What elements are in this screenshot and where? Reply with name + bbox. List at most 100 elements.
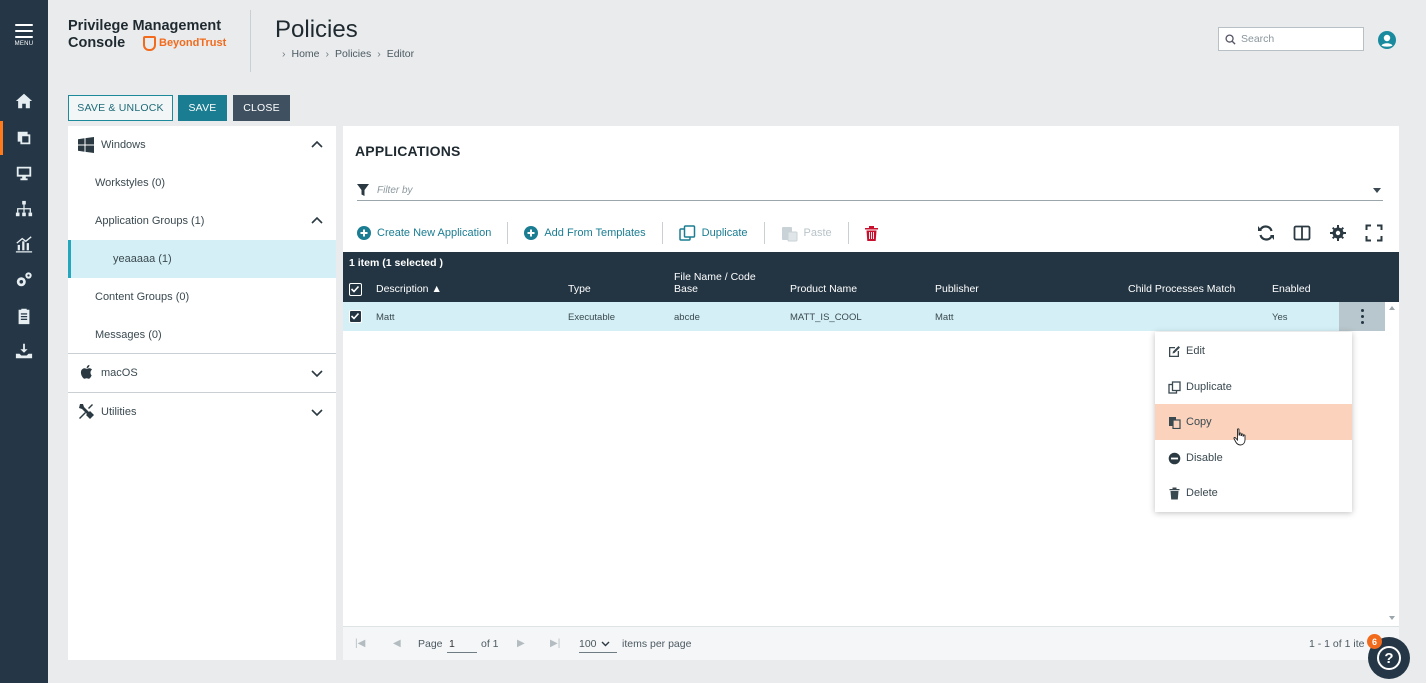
tools-icon (79, 404, 94, 419)
configuration-icon[interactable] (0, 269, 48, 291)
tree-utilities[interactable]: Utilities (68, 393, 336, 431)
col-description[interactable]: Description ▲ (376, 283, 442, 295)
cell-enabled: Yes (1272, 312, 1288, 323)
help-button[interactable]: ? 6 (1367, 634, 1410, 679)
items-per-page-label: items per page (622, 638, 692, 650)
gear-icon[interactable] (1329, 224, 1347, 242)
create-application-button[interactable]: Create New Application (357, 226, 507, 240)
tree-messages[interactable]: Messages (0) (68, 316, 336, 354)
tree-macos[interactable]: macOS (68, 354, 336, 392)
windows-icon (78, 137, 94, 153)
page-number-input[interactable] (447, 635, 477, 653)
brand-logo: Privilege Management Console BeyondTrust (68, 18, 226, 52)
delete-button[interactable] (864, 225, 894, 241)
deploy-icon[interactable] (0, 340, 48, 362)
add-from-templates-button[interactable]: Add From Templates (524, 226, 661, 240)
first-page-icon[interactable]: |◀ (355, 638, 365, 649)
col-publisher[interactable]: Publisher (935, 283, 979, 295)
action-separator (661, 222, 663, 244)
tree-application-groups[interactable]: Application Groups (1) (68, 202, 336, 240)
menu-item-disable-label: Disable (1186, 452, 1223, 464)
notification-badge: 6 (1367, 634, 1382, 649)
page-of-label: of 1 (481, 638, 499, 650)
action-separator (507, 222, 509, 244)
chevron-down-icon[interactable] (310, 405, 324, 419)
col-type[interactable]: Type (568, 283, 591, 295)
page-label: Page (418, 638, 443, 650)
tree-workstyles-label: Workstyles (0) (95, 177, 166, 189)
col-product-name[interactable]: Product Name (790, 283, 857, 295)
select-all-checkbox[interactable] (349, 283, 362, 296)
groups-icon[interactable] (0, 198, 48, 220)
menu-item-delete[interactable]: Delete (1155, 475, 1352, 511)
chevron-down-icon[interactable] (310, 366, 324, 380)
table-row[interactable]: Matt Executable abcde MATT_IS_COOL Matt … (343, 302, 1385, 331)
col-child-processes[interactable]: Child Processes Match (1128, 283, 1235, 295)
prev-page-icon[interactable]: ◀ (393, 638, 401, 649)
policies-icon[interactable] (0, 127, 48, 149)
cell-file-name: abcde (674, 312, 700, 323)
columns-icon[interactable] (1293, 224, 1311, 242)
search-box[interactable] (1218, 27, 1364, 51)
save-and-unlock-button[interactable]: SAVE & UNLOCK (68, 95, 173, 121)
tree-content-groups[interactable]: Content Groups (0) (68, 278, 336, 316)
tree-messages-label: Messages (0) (95, 329, 162, 341)
tree-application-groups-label: Application Groups (1) (95, 215, 205, 227)
grid-scrollbar[interactable] (1385, 302, 1399, 624)
tree-windows-label: Windows (101, 139, 146, 151)
checkmark-icon (350, 312, 360, 320)
vendor-name: BeyondTrust (159, 37, 227, 49)
breadcrumb-home[interactable]: Home (292, 48, 320, 60)
col-file-name-line2: Base (674, 283, 698, 295)
scroll-down-icon[interactable] (1389, 616, 1395, 620)
filter-input[interactable] (377, 185, 1337, 196)
home-icon[interactable] (0, 90, 48, 112)
cell-type: Executable (568, 312, 616, 323)
paste-button[interactable]: Paste (781, 225, 848, 242)
row-actions-button[interactable] (1339, 302, 1385, 331)
menu-item-copy[interactable]: Copy (1155, 404, 1352, 440)
row-checkbox[interactable] (349, 310, 362, 323)
header-divider (250, 10, 251, 72)
menu-item-edit-label: Edit (1186, 345, 1205, 357)
tree-windows[interactable]: Windows (68, 126, 336, 164)
breadcrumb-chevron-icon: › (377, 48, 381, 60)
user-avatar-icon[interactable] (1377, 30, 1397, 50)
tree-group-yeaaaaa[interactable]: yeaaaaa (1) (68, 240, 336, 278)
search-input[interactable] (1241, 33, 1351, 45)
chevron-up-icon[interactable] (310, 214, 324, 228)
fullscreen-icon[interactable] (1365, 224, 1383, 242)
tree-workstyles[interactable]: Workstyles (0) (68, 164, 336, 202)
save-button[interactable]: SAVE (178, 95, 227, 121)
menu-item-duplicate-label: Duplicate (1186, 381, 1232, 393)
computers-icon[interactable] (0, 162, 48, 184)
filter-bar[interactable] (357, 181, 1383, 201)
next-page-icon[interactable]: ▶ (517, 638, 525, 649)
grid-header: 1 item (1 selected ) Description ▲ Type … (343, 252, 1399, 302)
breadcrumb-policies[interactable]: Policies (335, 48, 371, 60)
page-title: Policies (275, 16, 358, 43)
duplicate-icon (1168, 380, 1181, 394)
menu-item-disable[interactable]: Disable (1155, 440, 1352, 476)
menu-item-edit[interactable]: Edit (1155, 333, 1352, 369)
close-button[interactable]: CLOSE (233, 95, 290, 121)
refresh-icon[interactable] (1257, 224, 1275, 242)
col-enabled[interactable]: Enabled (1272, 283, 1311, 295)
col-file-name[interactable]: File Name / Code Base (674, 271, 756, 295)
filter-dropdown-icon[interactable] (1373, 188, 1381, 193)
hamburger-icon (15, 24, 33, 38)
search-icon (1225, 33, 1236, 45)
clipboard-icon[interactable] (0, 305, 48, 327)
last-page-icon[interactable]: ▶| (550, 638, 560, 649)
duplicate-button[interactable]: Duplicate (678, 225, 764, 241)
duplicate-label: Duplicate (701, 227, 748, 239)
help-question-icon: ? (1377, 646, 1401, 670)
page-size-select[interactable]: 100 (579, 635, 617, 653)
scroll-up-icon[interactable] (1389, 306, 1395, 310)
analytics-icon[interactable] (0, 233, 48, 255)
pager: |◀ ◀ Page of 1 ▶ ▶| 100 items per page 1… (343, 626, 1399, 660)
menu-button[interactable]: MENU (0, 24, 48, 47)
menu-item-duplicate[interactable]: Duplicate (1155, 369, 1352, 405)
chevron-up-icon[interactable] (310, 138, 324, 152)
kebab-icon (1360, 308, 1364, 326)
